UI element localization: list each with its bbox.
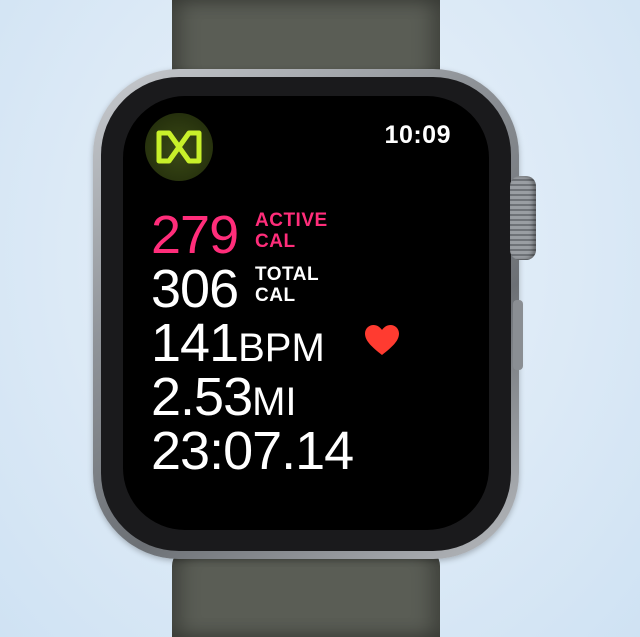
workout-app-icon[interactable]	[145, 113, 213, 181]
clock-time: 10:09	[384, 121, 451, 149]
total-label-line1: TOTAL	[255, 264, 320, 285]
distance-value: 2.53	[151, 367, 253, 427]
total-calories-value: 306	[151, 259, 239, 319]
heart-rate-value: 141	[151, 313, 239, 373]
active-calories-row: 279 ACTIVE CAL	[151, 205, 327, 265]
active-calories-value: 279	[151, 205, 239, 265]
total-calories-row: 306 TOTAL CAL	[151, 259, 319, 319]
elapsed-time-row: 23:07.14	[151, 421, 354, 481]
watch-screen: 10:09 279 ACTIVE CAL 306 TOTAL CAL 141BP…	[123, 96, 489, 530]
side-button[interactable]	[513, 300, 523, 370]
elapsed-time-value: 23:07.14	[151, 421, 354, 481]
active-label-line1: ACTIVE	[255, 210, 328, 231]
heart-icon	[364, 324, 400, 361]
watch-band-bottom	[172, 548, 440, 637]
total-calories-label: TOTAL CAL	[255, 264, 319, 306]
digital-crown[interactable]	[510, 176, 536, 260]
total-label-line2: CAL	[255, 285, 296, 306]
distance-unit: MI	[252, 380, 297, 424]
active-label-line2: CAL	[255, 231, 296, 252]
active-calories-label: ACTIVE CAL	[255, 210, 328, 252]
infinity-icon	[156, 130, 202, 164]
heart-rate-unit: BPM	[238, 326, 325, 370]
